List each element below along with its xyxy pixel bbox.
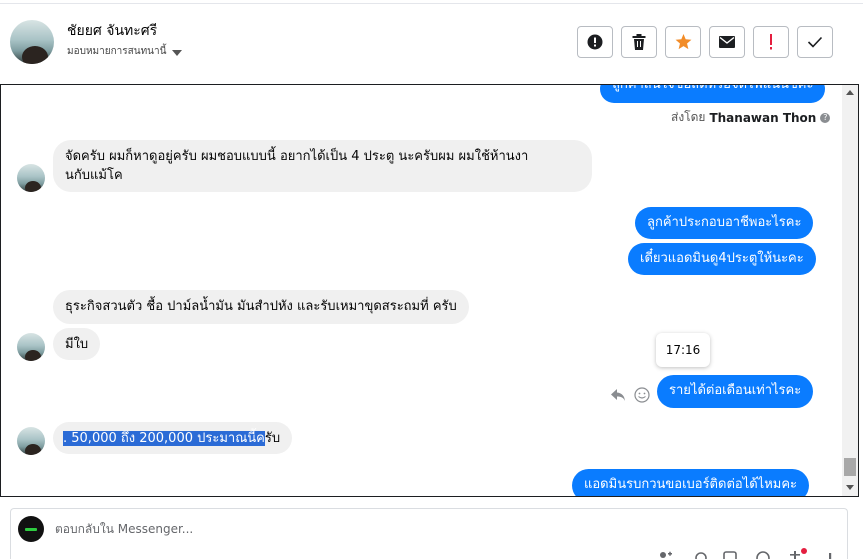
- top-divider: [0, 3, 863, 4]
- message-thread[interactable]: ลูกค้าสนใจซื้อสดหรือจัดไฟแนนซ์คะ จัดครับ…: [0, 84, 859, 497]
- trash-icon: [632, 34, 646, 50]
- star-icon: [675, 34, 691, 50]
- mark-unread-button[interactable]: [709, 26, 745, 58]
- scroll-down-icon[interactable]: [846, 485, 854, 490]
- sent-by-label: ส่งโดย Thanawan Thon ?: [671, 108, 831, 127]
- message-incoming[interactable]: มีใบ: [53, 328, 101, 360]
- check-icon: [807, 36, 823, 48]
- image-icon[interactable]: [723, 550, 737, 559]
- selected-text: . 50,000 ถึง 200,000 ประมาณนี้ค: [63, 431, 265, 446]
- help-icon[interactable]: ?: [820, 112, 831, 123]
- follow-up-button[interactable]: [753, 26, 789, 58]
- page-avatar: [18, 516, 44, 542]
- customer-name[interactable]: ชัยยศ จันทะศรี: [67, 20, 157, 42]
- action-toolbar: [577, 26, 833, 58]
- react-emoji-icon[interactable]: [634, 387, 650, 403]
- sent-by-prefix: ส่งโดย: [671, 110, 706, 124]
- message-outgoing[interactable]: เดี๋ยวแอดมินดู4ประตูให้นะคะ: [628, 243, 816, 275]
- message-outgoing[interactable]: ลูกค้าสนใจซื้อสดหรือจัดไฟแนนซ์คะ: [600, 85, 826, 103]
- sender-avatar: [17, 333, 45, 361]
- spam-button[interactable]: [577, 26, 613, 58]
- add-person-icon[interactable]: [658, 550, 672, 559]
- message-line: จัดครับ ผมก็หาดูอยู่ครับ ผมชอบแบบนี้ อยา…: [65, 149, 529, 164]
- chat-scrollbar[interactable]: [842, 85, 858, 496]
- assign-label: มอบหมายการสนทนานี้: [67, 46, 167, 57]
- reply-input[interactable]: [55, 522, 555, 536]
- notification-dot: [801, 548, 807, 554]
- envelope-icon: [719, 36, 735, 48]
- delete-button[interactable]: [621, 26, 657, 58]
- payment-icon[interactable]: [788, 550, 802, 559]
- mark-done-button[interactable]: [797, 26, 833, 58]
- exclamation-icon: [770, 34, 772, 50]
- sent-by-name: Thanawan Thon: [709, 110, 817, 125]
- message-incoming[interactable]: จัดครับ ผมก็หาดูอยู่ครับ ผมชอบแบบนี้ อยา…: [53, 140, 592, 192]
- emoji-icon[interactable]: [756, 550, 770, 559]
- message-outgoing[interactable]: ลูกค้าประกอบอาชีพอะไรคะ: [635, 207, 814, 239]
- message-outgoing[interactable]: แอดมินรบกวนขอเบอร์ติดต่อได้ไหมคะ: [572, 469, 810, 496]
- message-actions: [610, 387, 650, 403]
- alert-circle-icon: [587, 34, 603, 50]
- message-incoming[interactable]: ธุระกิจสวนตัว ชื้อ ปาม์ลน้ำมัน มันสำปหัง…: [53, 290, 469, 324]
- conversation-header: ชัยยศ จันทะศรี มอบหมายการสนทนานี้: [0, 0, 863, 84]
- sender-avatar: [17, 164, 45, 192]
- scrollbar-thumb[interactable]: [844, 458, 856, 476]
- reply-icon[interactable]: [610, 388, 626, 402]
- attachment-icon[interactable]: [694, 550, 708, 559]
- star-button[interactable]: [665, 26, 701, 58]
- more-options-icon[interactable]: [823, 550, 837, 559]
- message-line: นกับแม้โค: [65, 168, 123, 183]
- message-text: รับ: [264, 431, 281, 446]
- caret-down-icon: [172, 49, 183, 56]
- message-incoming[interactable]: . 50,000 ถึง 200,000 ประมาณนี้ครับ: [53, 422, 293, 454]
- scroll-up-icon[interactable]: [846, 90, 854, 95]
- customer-avatar[interactable]: [10, 20, 54, 64]
- assign-conversation-dropdown[interactable]: มอบหมายการสนทนานี้: [67, 44, 183, 59]
- timestamp-tooltip: 17:16: [656, 333, 710, 367]
- sender-avatar: [17, 427, 45, 455]
- message-outgoing[interactable]: รายได้ต่อเดือนเท่าไรคะ: [657, 375, 814, 408]
